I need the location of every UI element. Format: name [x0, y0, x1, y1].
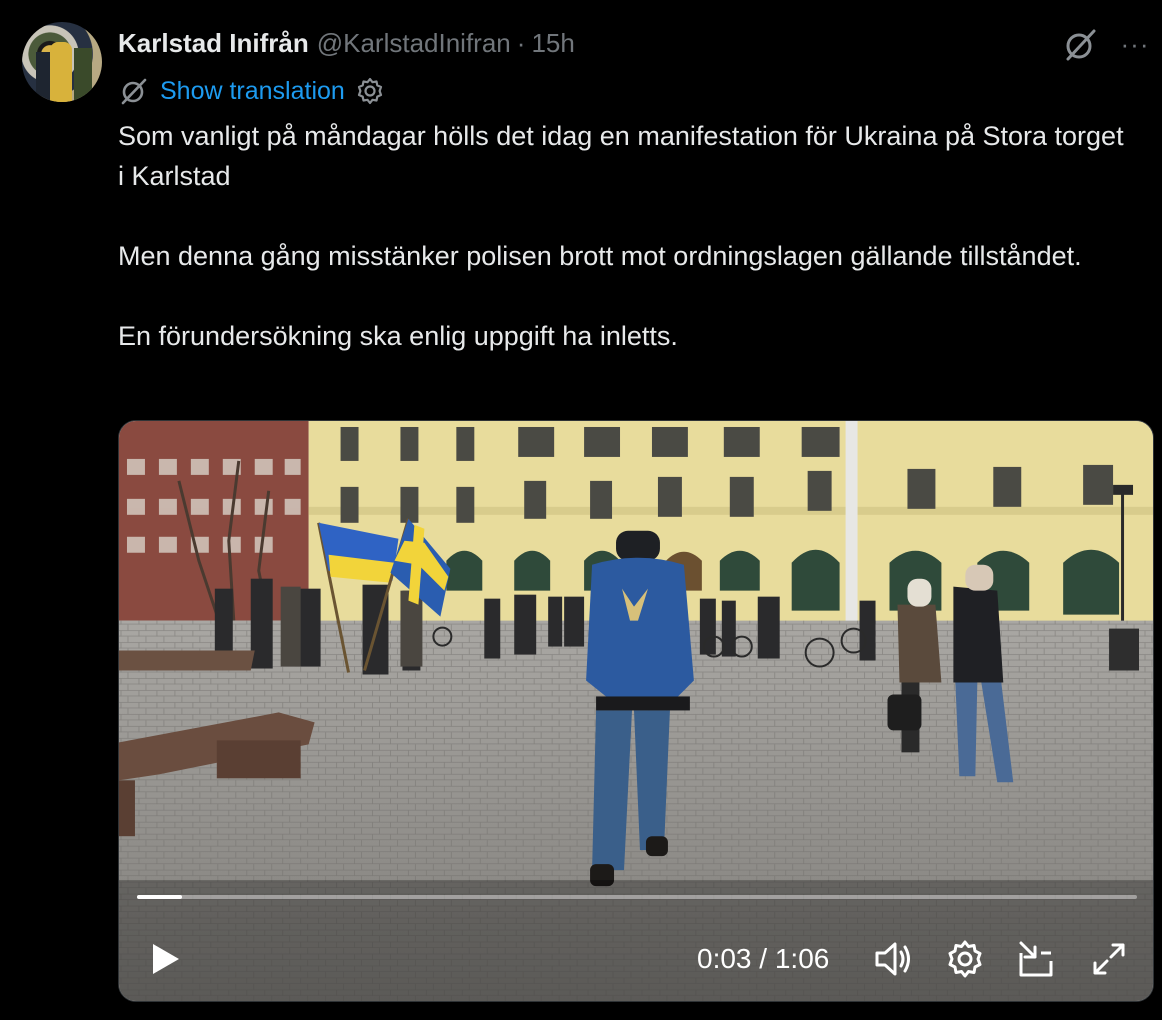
video-time: 0:03 / 1:06: [697, 939, 829, 979]
settings-icon[interactable]: [945, 939, 985, 979]
tweet[interactable]: Karlstad Inifrån @KarlstadInifran · 15h …: [0, 0, 1162, 1020]
video-controls: 0:03 / 1:06: [119, 421, 1153, 1001]
video-player[interactable]: 0:03 / 1:06: [118, 420, 1154, 1002]
tweet-paragraph: En förundersökning ska enlig uppgift ha …: [118, 321, 678, 351]
grok-translate-icon: [121, 78, 147, 105]
video-progress-fill: [137, 895, 182, 899]
separator: ·: [516, 27, 526, 58]
author-handle[interactable]: @KarlstadInifran: [317, 28, 511, 59]
tweet-text: Som vanligt på måndagar hölls det idag e…: [118, 116, 1128, 396]
volume-icon[interactable]: [873, 939, 913, 979]
video-progress-bar[interactable]: [137, 895, 1137, 899]
translate-row: Show translation: [118, 74, 385, 108]
duration: 1:06: [774, 943, 830, 974]
translation-settings-icon[interactable]: [355, 76, 385, 106]
show-translation-link[interactable]: Show translation: [160, 77, 345, 106]
time-separator: /: [751, 943, 775, 974]
more-options-icon[interactable]: ···: [1118, 26, 1152, 62]
grok-icon[interactable]: [1062, 26, 1100, 64]
picture-in-picture-icon[interactable]: [1017, 939, 1057, 979]
tweet-paragraph: Men denna gång misstänker polisen brott …: [118, 241, 1082, 271]
fullscreen-icon[interactable]: [1089, 939, 1129, 979]
author-name[interactable]: Karlstad Inifrån: [118, 28, 309, 59]
timestamp[interactable]: 15h: [531, 28, 574, 59]
tweet-header: Karlstad Inifrån @KarlstadInifran · 15h: [118, 26, 575, 60]
tweet-paragraph: Som vanligt på måndagar hölls det idag e…: [118, 121, 1124, 191]
play-icon[interactable]: [145, 939, 185, 979]
current-time: 0:03: [697, 943, 752, 974]
avatar[interactable]: [22, 22, 102, 102]
